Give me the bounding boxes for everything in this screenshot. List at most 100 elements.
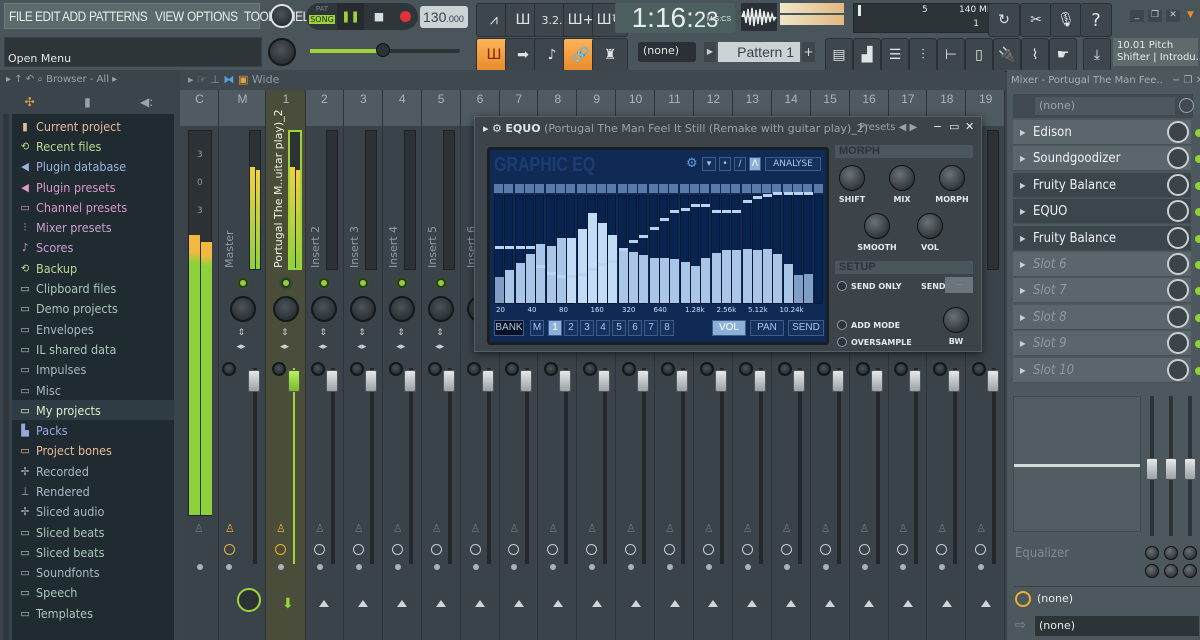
browser-item[interactable]: ✢ Sliced audio — [12, 502, 174, 522]
eq-band[interactable] — [793, 184, 804, 304]
effect-slot[interactable]: ▶ Slot 9 — [1013, 331, 1200, 357]
stereo-knob[interactable] — [427, 362, 442, 376]
record-arm-icon[interactable]: ♙ — [471, 522, 481, 535]
record-arm-icon[interactable]: ♙ — [704, 522, 714, 535]
latency-clock-icon[interactable] — [224, 544, 235, 555]
mode-send-button[interactable]: SEND — [788, 320, 824, 336]
track-enable-led[interactable] — [358, 278, 369, 288]
close-button[interactable]: ✕ — [1166, 10, 1180, 22]
swap-icon[interactable]: ⇕ — [397, 328, 405, 338]
send-arrow-icon[interactable]: ⬇ — [282, 596, 294, 612]
expand-icon[interactable]: ▶ — [1020, 339, 1026, 348]
eq-mid-freq-knob[interactable] — [1164, 546, 1178, 560]
browser-item[interactable]: ◀ Plugin presets — [12, 177, 174, 197]
eq-high-freq-knob[interactable] — [1183, 546, 1197, 560]
pattern-selector[interactable]: Pattern 1 — [718, 42, 800, 62]
browser-item[interactable]: ♪ Scores — [12, 238, 174, 258]
slot-mix-knob[interactable] — [1167, 200, 1189, 223]
master-send-knob[interactable] — [237, 588, 261, 612]
eq-band[interactable] — [803, 184, 814, 304]
mixer-track-current[interactable]: C 3 0 3 ♙ — [180, 90, 219, 640]
volume-fader[interactable] — [598, 370, 611, 392]
smooth-knob[interactable] — [864, 213, 890, 239]
volume-fader[interactable] — [288, 370, 300, 392]
record-arm-icon[interactable]: ♙ — [626, 522, 636, 535]
record-arm-icon[interactable]: ♙ — [276, 522, 286, 535]
effect-slot[interactable]: ▶ Slot 10 — [1013, 357, 1200, 383]
volume-fader[interactable] — [248, 370, 260, 392]
slot-enable-led[interactable] — [1195, 340, 1200, 349]
equo-close-button[interactable]: ✕ — [965, 120, 974, 133]
download-button[interactable]: ⤓ — [1083, 38, 1111, 72]
route-arrow-icon[interactable] — [436, 600, 447, 607]
stereo-knob[interactable] — [310, 362, 325, 376]
slot-mix-knob[interactable] — [1167, 305, 1189, 328]
slot-enable-led[interactable] — [1195, 366, 1200, 375]
record-arm-icon[interactable]: ♙ — [665, 522, 675, 535]
eq-bands[interactable] — [494, 184, 824, 304]
route-arrow-icon[interactable] — [980, 600, 991, 607]
eq-band[interactable] — [731, 184, 742, 304]
expand-icon[interactable]: ▶ — [1020, 181, 1026, 190]
eq-band[interactable] — [762, 184, 773, 304]
bw-knob[interactable] — [943, 307, 969, 333]
channel-selector[interactable]: (none) — [638, 42, 696, 62]
bank-1-button[interactable]: 1 — [548, 320, 562, 336]
panel-minimize-icon[interactable]: − — [1172, 75, 1180, 86]
route-arrow-icon[interactable] — [319, 600, 330, 607]
minimize-button[interactable]: _ — [1130, 10, 1144, 22]
slot-enable-led[interactable] — [1195, 261, 1200, 269]
effect-slot[interactable]: ▶ Slot 7 — [1013, 278, 1200, 304]
slot-enable-led[interactable] — [1195, 181, 1200, 190]
slot-mix-knob[interactable] — [1167, 121, 1189, 143]
volume-fader[interactable] — [520, 370, 533, 392]
route-arrow-icon[interactable] — [358, 600, 369, 607]
equo-minimize-button[interactable]: − — [933, 120, 942, 133]
eq-band[interactable] — [700, 184, 711, 304]
eq-low-freq-knob[interactable] — [1145, 546, 1159, 560]
tempo-field[interactable]: 130.000 — [420, 6, 468, 28]
stereo-knob[interactable] — [349, 362, 364, 376]
record-arm-icon[interactable]: ♙ — [194, 522, 204, 535]
route-arrow-icon[interactable] — [591, 600, 602, 607]
record-arm-icon[interactable]: ♙ — [782, 522, 792, 535]
stereo-knob[interactable] — [972, 362, 987, 376]
latency-clock-icon[interactable] — [780, 544, 792, 555]
eq-band[interactable] — [504, 184, 515, 304]
latency-clock-icon[interactable] — [625, 544, 637, 555]
menu-options[interactable]: OPTIONS — [187, 8, 238, 24]
browser-item[interactable]: ⊥ Rendered — [12, 481, 174, 501]
eq-band[interactable] — [597, 184, 608, 304]
expand-icon[interactable]: ▶ — [1020, 154, 1026, 163]
menu-patterns[interactable]: PATTERNS — [89, 8, 148, 24]
record-arm-icon[interactable]: ♙ — [354, 522, 364, 535]
cut-tool-button[interactable]: ✂ — [1020, 3, 1052, 37]
effect-slot[interactable]: ▶ EQUO — [1013, 199, 1200, 225]
latency-clock-icon[interactable] — [975, 544, 987, 555]
eq-settings-icon[interactable]: ⚙ — [686, 156, 698, 171]
record-arm-icon[interactable]: ♙ — [432, 522, 442, 535]
eq-band[interactable] — [741, 184, 752, 304]
track-dot[interactable] — [744, 564, 751, 570]
piano-roll-button[interactable]: ▟ — [853, 38, 881, 72]
oversample-radio[interactable] — [837, 337, 847, 347]
eq-band[interactable] — [524, 184, 535, 304]
tab-plugin-icon[interactable]: ◀: — [140, 95, 153, 109]
bank-6-button[interactable]: 6 — [628, 320, 642, 336]
track-dot[interactable] — [278, 564, 284, 570]
dropdown-arrow-icon[interactable]: ▼ — [1187, 10, 1194, 20]
stereo-knob[interactable] — [388, 362, 403, 376]
stereo-knob[interactable] — [816, 362, 831, 376]
menu-edit[interactable]: EDIT — [35, 8, 61, 24]
volume-fader[interactable] — [559, 370, 572, 392]
stereo-knob[interactable] — [738, 362, 753, 376]
m-button[interactable]: M — [530, 320, 544, 336]
slot-mix-knob[interactable] — [1167, 173, 1189, 196]
pat-mode-toggle[interactable]: PAT SONG — [309, 5, 335, 28]
eq-band[interactable] — [782, 184, 793, 304]
slot-mix-knob[interactable] — [1167, 358, 1189, 381]
eq-mid-fader[interactable] — [1165, 458, 1177, 480]
latency-clock-icon[interactable] — [858, 544, 870, 555]
vol-knob[interactable] — [917, 213, 943, 239]
latency-clock-icon[interactable] — [508, 544, 520, 555]
